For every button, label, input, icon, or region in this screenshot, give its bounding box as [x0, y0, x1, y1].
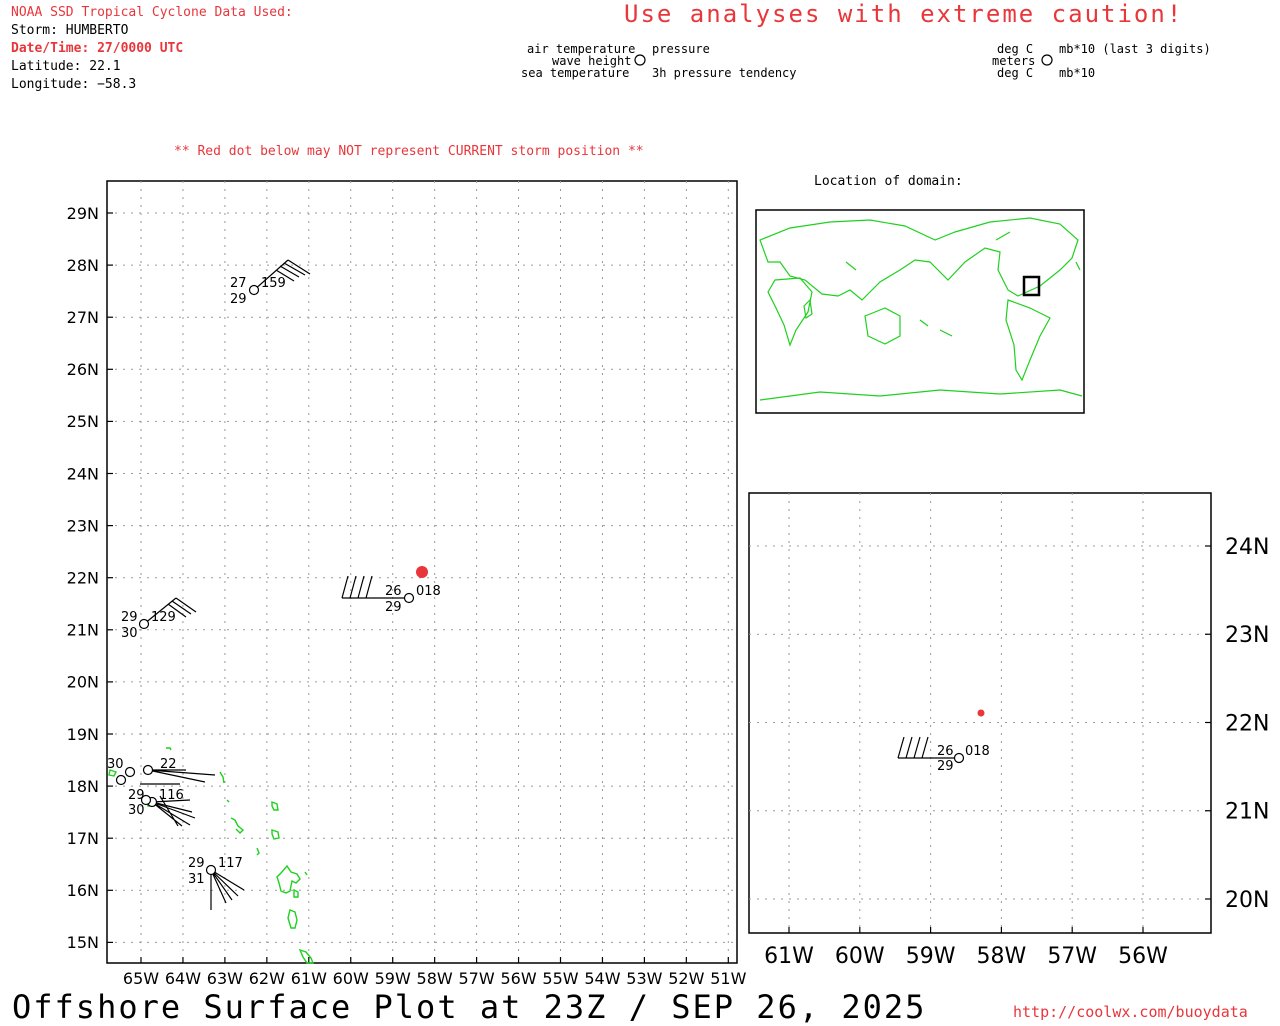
- lat-label: 24N: [67, 464, 99, 483]
- lat-label: 21N: [67, 621, 99, 640]
- lon-label: 51W: [710, 969, 746, 988]
- zoom-map-lat-labels: 24N 23N 22N 21N 20N: [1225, 535, 1269, 913]
- station-marker[interactable]: [248, 284, 260, 296]
- obs-air-temp: 30: [107, 757, 124, 772]
- lat-label: 29N: [67, 204, 99, 223]
- obs-pressure: 117: [218, 856, 243, 871]
- lat-label: 21N: [1225, 800, 1269, 825]
- zoom-map-lon-labels: 61W 60W 59W 58W 57W 56W: [764, 944, 1168, 969]
- obs-pressure: 018: [965, 744, 990, 759]
- land-outlines: [108, 747, 315, 964]
- island-desirade: [304, 871, 308, 876]
- lon-label: 63W: [207, 969, 243, 988]
- lat-label: 19N: [67, 725, 99, 744]
- lon-label: 54W: [584, 969, 620, 988]
- obs-air-temp: 27: [230, 276, 247, 291]
- main-map-lon-labels: 65W 64W 63W 62W 61W 60W 59W 58W 57W 56W 55W 54W 53W 5…: [123, 969, 747, 988]
- storm-position-dot[interactable]: [416, 566, 428, 578]
- station-marker[interactable]: [953, 752, 965, 764]
- lat-label: 17N: [67, 829, 99, 848]
- obs-air-temp: 29: [121, 610, 138, 625]
- lat-label: 25N: [67, 412, 99, 431]
- lon-label: 57W: [459, 969, 495, 988]
- wind-barbs: [140, 259, 409, 910]
- island-saba: [271, 800, 279, 811]
- island-mariegalante: [293, 888, 299, 898]
- station-marker[interactable]: [142, 764, 154, 776]
- lat-label: 20N: [67, 673, 99, 692]
- storm-position-dot[interactable]: [977, 709, 985, 717]
- island-stkitts: [271, 829, 280, 840]
- obs-sea-temp: 29: [937, 759, 954, 774]
- obs-sea-temp: 30: [121, 626, 138, 641]
- lon-label: 64W: [165, 969, 201, 988]
- lat-label: 16N: [67, 881, 99, 900]
- main-map: 29N 28N 27N 26N 25N 24N 23N 22N 21N 20N 19N 18N 17N 1…: [67, 180, 747, 988]
- inset-world-map: [755, 209, 1085, 414]
- lon-label: 61W: [291, 969, 327, 988]
- lon-label: 57W: [1047, 944, 1097, 969]
- obs-air-temp: 29: [188, 856, 205, 871]
- lon-label: 56W: [500, 969, 536, 988]
- lon-label: 65W: [123, 969, 159, 988]
- obs-pressure: 159: [261, 276, 286, 291]
- lat-label: 23N: [1225, 623, 1269, 648]
- obs-air-temp: 29: [128, 788, 145, 803]
- obs-air-temp: 26: [385, 584, 402, 599]
- zoom-map-ticks: [788, 545, 1211, 933]
- station-marker[interactable]: [124, 766, 136, 778]
- island-montserrat: [256, 847, 260, 856]
- lon-label: 52W: [668, 969, 704, 988]
- lat-label: 18N: [67, 777, 99, 796]
- lat-label: 15N: [67, 933, 99, 952]
- lat-label: 20N: [1225, 888, 1269, 913]
- island-martinique: [298, 948, 315, 964]
- lat-label: 22N: [1225, 711, 1269, 736]
- lat-label: 26N: [67, 360, 99, 379]
- lon-label: 56W: [1118, 944, 1168, 969]
- lon-label: 60W: [333, 969, 369, 988]
- obs-pressure: 22: [160, 757, 177, 772]
- lon-label: 55W: [542, 969, 578, 988]
- island-barbuda: [226, 799, 230, 803]
- legend-station-circle: [634, 54, 646, 66]
- lon-label: 58W: [417, 969, 453, 988]
- obs-air-temp: 26: [937, 744, 954, 759]
- units-station-circle: [1041, 54, 1053, 66]
- lon-label: 58W: [977, 944, 1027, 969]
- station-markers: [115, 284, 415, 876]
- lat-label: 23N: [67, 516, 99, 535]
- lon-label: 60W: [835, 944, 885, 969]
- lat-label: 28N: [67, 256, 99, 275]
- obs-pressure: 018: [416, 584, 441, 599]
- island-guadeloupe: [276, 864, 301, 894]
- station-marker[interactable]: [205, 864, 217, 876]
- obs-sea-temp: 30: [128, 803, 145, 818]
- zoom-map: 24N 23N 22N 21N 20N 61W 60W 59W 58W 57W 56W 26 29…: [748, 492, 1269, 969]
- obs-sea-temp: 29: [385, 600, 402, 615]
- lon-label: 62W: [249, 969, 285, 988]
- station-marker[interactable]: [115, 774, 127, 786]
- island-virgin: [166, 747, 172, 751]
- main-map-lat-labels: 29N 28N 27N 26N 25N 24N 23N 22N 21N 20N 19N 18N 17N 1…: [67, 204, 99, 952]
- station-marker[interactable]: [403, 592, 415, 604]
- lat-label: 24N: [1225, 535, 1269, 560]
- island-dominica: [287, 909, 298, 929]
- map-canvas: 29N 28N 27N 26N 25N 24N 23N 22N 21N 20N 19N 18N 17N 1…: [67, 54, 1269, 988]
- obs-sea-temp: 31: [188, 872, 205, 887]
- lon-label: 59W: [375, 969, 411, 988]
- lon-label: 53W: [626, 969, 662, 988]
- obs-pressure: 129: [151, 610, 176, 625]
- obs-sea-temp: 29: [230, 292, 247, 307]
- lon-label: 59W: [906, 944, 956, 969]
- station-labels: 27 29 159 26 29 018 29 30 129 29 31 117 …: [107, 276, 441, 887]
- obs-pressure: 116: [159, 788, 184, 803]
- lat-label: 27N: [67, 308, 99, 327]
- island-antigua: [230, 817, 245, 834]
- island-anguilla: [219, 771, 225, 784]
- lon-label: 61W: [764, 944, 814, 969]
- station-marker[interactable]: [138, 618, 150, 630]
- lat-label: 22N: [67, 568, 99, 587]
